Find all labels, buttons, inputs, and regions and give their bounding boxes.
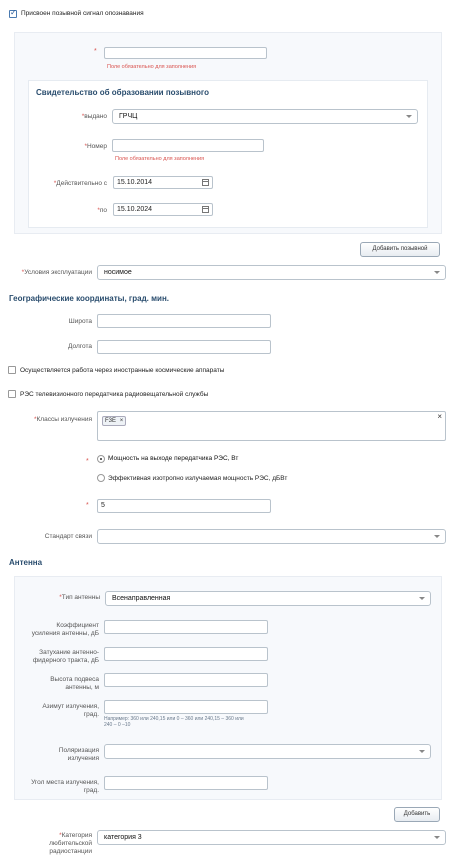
valid-from-label: *Действительно с — [53, 180, 107, 187]
latitude-input[interactable] — [97, 314, 271, 328]
callsign-checkbox[interactable]: ✓ — [9, 8, 17, 18]
add-callsign-button[interactable]: Добавить позывной — [360, 242, 440, 257]
attenuation-label: Затухание антенно-фидерного тракта, дБ — [32, 649, 99, 664]
conditions-select[interactable]: носимое — [97, 265, 446, 280]
remove-tag-icon[interactable]: × — [120, 418, 124, 424]
gain-label: Коэффициент усиления антенны, дБ — [31, 622, 99, 637]
valid-to-label: *по — [97, 207, 107, 214]
power-eirp-label: Эффективная изотропно излучаемая мощност… — [108, 475, 288, 482]
azimuth-input[interactable] — [104, 700, 268, 714]
category-select[interactable]: категория 3 — [97, 830, 446, 845]
elevation-input[interactable] — [104, 776, 268, 790]
gain-input[interactable] — [104, 620, 268, 634]
valid-to-value: 15.10.2024 — [117, 206, 153, 213]
power-output-label: Мощность на выходе передатчика РЭС, Вт — [108, 455, 239, 462]
antenna-title: Антенна — [9, 558, 43, 567]
calendar-icon[interactable] — [202, 179, 209, 186]
chevron-down-icon — [434, 535, 440, 538]
height-input[interactable] — [104, 673, 268, 687]
chevron-down-icon — [419, 597, 425, 600]
tv-transmitter-checkbox[interactable] — [8, 390, 16, 398]
callsign-error: Поле обязательно для заполнения — [107, 64, 197, 70]
polarization-select[interactable] — [104, 744, 431, 759]
power-required-mark: * — [86, 458, 89, 465]
emission-tag: F3E × — [102, 416, 127, 426]
check-icon: ✓ — [10, 8, 17, 17]
emission-classes-label: *Классы излучения — [33, 416, 92, 423]
elevation-label: Угол места излучения, град. — [31, 779, 99, 794]
conditions-value: носимое — [104, 269, 132, 276]
power-value-input[interactable]: 5 — [97, 499, 271, 513]
geo-title: Географические координаты, град. мин. — [9, 294, 169, 303]
conditions-label: *Условия эксплуатации — [21, 269, 92, 276]
valid-from-value: 15.10.2014 — [117, 179, 153, 186]
standard-label: Стандарт связи — [44, 533, 92, 540]
power-output-radio[interactable] — [97, 455, 105, 463]
chevron-down-icon — [434, 836, 440, 839]
valid-to-input[interactable]: 15.10.2024 — [113, 203, 213, 216]
add-antenna-button[interactable]: Добавить — [394, 807, 440, 822]
calendar-icon[interactable] — [202, 206, 209, 213]
callsign-input[interactable] — [104, 47, 267, 59]
azimuth-hint: Например: 360 или 240,15 или 0 – 360 или… — [104, 716, 244, 728]
callsign-required-mark: * — [94, 48, 97, 55]
number-error: Поле обязательно для заполнения — [115, 156, 205, 162]
longitude-input[interactable] — [97, 340, 271, 354]
number-input[interactable] — [112, 139, 264, 152]
clear-icon[interactable]: × — [437, 412, 442, 421]
foreign-satellite-checkbox[interactable] — [8, 366, 16, 374]
valid-from-input[interactable]: 15.10.2014 — [113, 176, 213, 189]
power-eirp-radio[interactable] — [97, 474, 105, 482]
chevron-down-icon — [406, 115, 412, 118]
attenuation-input[interactable] — [104, 647, 268, 661]
antenna-type-select[interactable]: Всенаправленная — [105, 591, 431, 606]
power-value: 5 — [101, 502, 105, 509]
callsign-checkbox-label: Присвоен позывной сигнал опознавания — [21, 10, 144, 17]
emission-tag-label: F3E — [105, 418, 117, 424]
category-value: категория 3 — [104, 834, 142, 841]
tv-transmitter-label: РЭС телевизионного передатчика радиовеща… — [20, 391, 209, 398]
certificate-section — [28, 80, 428, 228]
standard-select[interactable] — [97, 529, 446, 544]
azimuth-label: Азимут излучения, град. — [42, 703, 99, 718]
issued-select[interactable]: ГРЧЦ — [112, 109, 418, 124]
antenna-type-label: *Тип антенны — [59, 594, 100, 601]
height-label: Высота подвеса антенны, м — [50, 676, 99, 691]
certificate-title: Свидетельство об образовании позывного — [36, 88, 209, 97]
chevron-down-icon — [419, 750, 425, 753]
category-label: *Категория любительской радиостанции — [49, 832, 92, 855]
power-value-required-mark: * — [86, 502, 89, 509]
longitude-label: Долгота — [68, 343, 92, 350]
foreign-satellite-label: Осуществляется работа через иностранные … — [20, 367, 225, 374]
issued-value: ГРЧЦ — [119, 113, 138, 120]
emission-classes-field[interactable]: F3E × × — [97, 411, 446, 441]
polarization-label: Поляризация излучения — [58, 747, 99, 762]
issued-label: *выдано — [81, 113, 107, 120]
chevron-down-icon — [434, 271, 440, 274]
number-label: *Номер — [84, 143, 107, 150]
antenna-type-value: Всенаправленная — [112, 595, 171, 602]
latitude-label: Широта — [68, 318, 92, 325]
